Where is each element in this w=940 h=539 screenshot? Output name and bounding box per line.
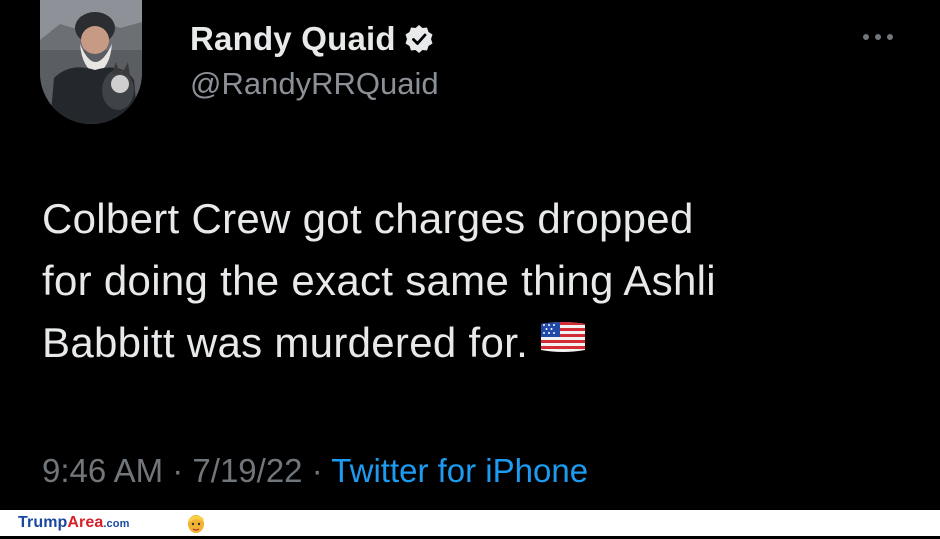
author-handle[interactable]: @RandyRRQuaid [190, 66, 439, 102]
meta-separator: · [311, 452, 323, 489]
author-row: Randy Quaid [190, 20, 434, 58]
watermark-part: .com [103, 518, 130, 530]
watermark-part: Area [67, 514, 104, 531]
watermark-bar: TrumpArea.com [0, 510, 940, 536]
tweet-meta: 9:46 AM · 7/19/22 · Twitter for iPhone [42, 452, 588, 490]
tweet-text: Colbert Crew got charges dropped for doi… [42, 188, 922, 377]
watermark-part: Trump [18, 514, 68, 531]
author-name[interactable]: Randy Quaid [190, 20, 396, 58]
watermark-logo: TrumpArea.com [18, 514, 129, 532]
tweet-text-line: Colbert Crew got charges dropped [42, 195, 694, 242]
tweet-text-line-content: Babbitt was murdered for. [42, 319, 529, 366]
tweet-card: Randy Quaid @RandyRRQuaid Colbert Crew g… [0, 0, 940, 510]
meta-separator: · [172, 452, 184, 489]
tweet-text-line: Babbitt was murdered for. [42, 312, 922, 377]
verified-badge-icon [404, 24, 434, 54]
mascot-face-icon [185, 512, 207, 534]
tweet-text-line: for doing the exact same thing Ashli [42, 257, 716, 304]
us-flag-icon [538, 309, 588, 371]
tweet-source-link[interactable]: Twitter for iPhone [331, 452, 588, 489]
tweet-time[interactable]: 9:46 AM [42, 452, 163, 489]
avatar[interactable] [40, 0, 142, 124]
tweet-date[interactable]: 7/19/22 [192, 452, 302, 489]
more-options-icon[interactable] [860, 30, 898, 44]
